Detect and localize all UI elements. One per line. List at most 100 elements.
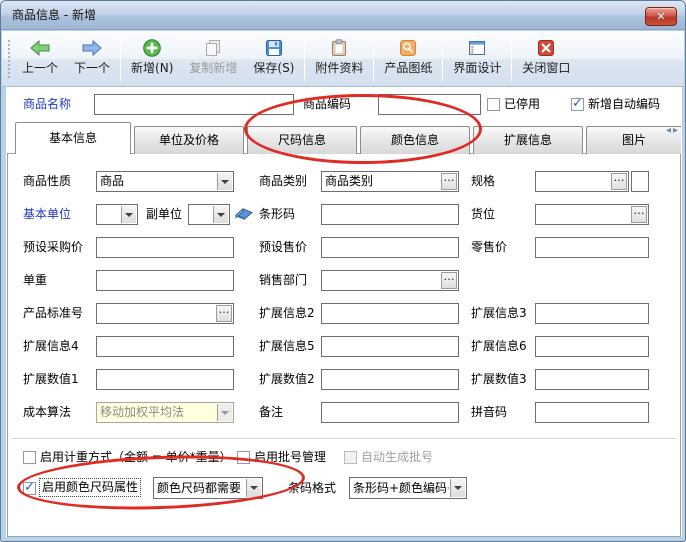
close-window-button[interactable]: 关闭窗口 <box>514 35 578 83</box>
spec-extra-box[interactable] <box>631 171 649 192</box>
retail-price-input[interactable] <box>535 237 649 258</box>
stopped-checkbox-label: 已停用 <box>504 94 540 115</box>
barcode-label: 条形码 <box>259 204 295 225</box>
product-name-input[interactable] <box>94 94 294 115</box>
standard-no-input[interactable] <box>96 303 234 324</box>
ext-num1-input[interactable] <box>96 369 234 390</box>
ext-info3-label: 扩展信息3 <box>471 303 527 324</box>
add-plus-icon <box>142 37 162 59</box>
toolbar-separator <box>120 37 121 81</box>
attachment-button-label: 附件资料 <box>315 59 363 77</box>
attachment-button[interactable]: 附件资料 <box>307 35 371 83</box>
standard-no-label: 产品标准号 <box>23 303 83 324</box>
save-floppy-icon <box>264 37 284 59</box>
next-button[interactable]: 下一个 <box>66 35 118 83</box>
tab-unit-price[interactable]: 单位及价格 <box>134 126 244 154</box>
color-size-select-value: 颜色尺码都需要 <box>157 478 245 498</box>
tab-scroll-right-icon[interactable]: ▸ <box>672 125 679 136</box>
spec-browse-button[interactable] <box>611 173 627 190</box>
unit-weight-label: 单重 <box>23 270 47 291</box>
close-red-icon <box>536 37 556 59</box>
category-browse-button[interactable] <box>441 173 457 190</box>
copy-add-button-label: 复制新增 <box>189 59 237 77</box>
color-size-checkbox[interactable] <box>23 482 36 495</box>
chevron-down-icon[interactable] <box>121 206 136 223</box>
next-button-label: 下一个 <box>74 59 110 77</box>
product-code-label: 商品编码 <box>303 94 351 115</box>
barcode-input[interactable] <box>321 204 459 225</box>
section-divider <box>11 438 677 439</box>
pinyin-input[interactable] <box>535 402 649 423</box>
toolbar-separator <box>373 37 374 81</box>
purchase-price-input[interactable] <box>96 237 234 258</box>
tab-scroll-left-icon[interactable]: ◂ <box>665 125 672 136</box>
color-size-select[interactable]: 颜色尺码都需要 <box>153 477 263 499</box>
save-button-label: 保存(S) <box>253 59 294 77</box>
tab-extended-info[interactable]: 扩展信息 <box>473 126 583 154</box>
base-unit-label: 基本单位 <box>23 204 71 225</box>
ext-info2-label: 扩展信息2 <box>259 303 315 324</box>
tab-size-info[interactable]: 尺码信息 <box>247 126 357 154</box>
auto-code-checkbox[interactable] <box>571 98 584 111</box>
location-browse-button[interactable] <box>631 206 647 223</box>
ext-info2-input[interactable] <box>321 303 459 324</box>
save-button[interactable]: 保存(S) <box>245 35 302 83</box>
chevron-down-icon[interactable] <box>246 479 261 497</box>
color-size-label[interactable]: 启用颜色尺码属性 <box>39 478 141 497</box>
location-input-field[interactable] <box>536 205 631 224</box>
ext-info5-input[interactable] <box>321 336 459 357</box>
standard-no-input-field[interactable] <box>97 304 216 323</box>
ext-num3-label: 扩展数值3 <box>471 369 527 390</box>
chevron-down-icon[interactable] <box>213 206 228 223</box>
sub-unit-label: 副单位 <box>146 204 182 225</box>
barcode-format-select[interactable]: 条形码+颜色编码+尺码编码 <box>349 477 467 499</box>
category-input[interactable]: 商品类别 <box>321 171 459 192</box>
sale-price-input[interactable] <box>321 237 459 258</box>
product-drawing-button[interactable]: 产品图纸 <box>376 35 440 83</box>
sales-dept-input[interactable] <box>321 270 459 291</box>
toolbar-grip[interactable] <box>6 38 11 80</box>
sub-unit-select[interactable] <box>188 204 230 225</box>
chevron-down-icon[interactable] <box>450 479 465 497</box>
spec-input[interactable] <box>535 171 629 192</box>
remark-label: 备注 <box>259 402 283 423</box>
ui-design-button[interactable]: 界面设计 <box>445 35 509 83</box>
location-input[interactable] <box>535 204 649 225</box>
ext-num2-input[interactable] <box>321 369 459 390</box>
stopped-checkbox[interactable] <box>487 98 500 111</box>
ext-info4-label: 扩展信息4 <box>23 336 79 357</box>
product-code-input[interactable] <box>378 94 481 115</box>
ext-info3-input[interactable] <box>535 303 649 324</box>
copy-icon <box>203 37 223 59</box>
base-unit-select[interactable] <box>96 204 138 225</box>
retail-price-label: 零售价 <box>471 237 507 258</box>
tab-basic-info[interactable]: 基本信息 <box>15 122 131 154</box>
batch-checkbox[interactable] <box>237 451 250 464</box>
ext-info4-input[interactable] <box>96 336 234 357</box>
titlebar-close-button[interactable]: ✕ <box>645 7 677 26</box>
product-info-window: 商品信息 - 新增 ✕ 上一个 下一个 新增(N) <box>0 0 686 542</box>
product-drawing-button-label: 产品图纸 <box>384 59 432 77</box>
add-button[interactable]: 新增(N) <box>123 35 181 83</box>
clipboard-icon <box>329 37 349 59</box>
ext-num3-input[interactable] <box>535 369 649 390</box>
ext-info6-input[interactable] <box>535 336 649 357</box>
unit-weight-input[interactable] <box>96 270 234 291</box>
toolbar-separator <box>304 37 305 81</box>
chevron-down-icon[interactable] <box>217 173 232 190</box>
batch-label: 启用批号管理 <box>254 447 326 468</box>
arrow-right-icon <box>81 37 103 59</box>
standard-no-browse-button[interactable] <box>216 305 232 322</box>
cost-method-value: 移动加权平均法 <box>100 403 216 422</box>
sales-dept-browse-button[interactable] <box>441 272 457 289</box>
prev-button[interactable]: 上一个 <box>14 35 66 83</box>
remark-input[interactable] <box>321 402 459 423</box>
spec-label: 规格 <box>471 171 495 192</box>
spec-input-field[interactable] <box>536 172 611 191</box>
window-title: 商品信息 - 新增 <box>12 1 96 30</box>
tab-color-info[interactable]: 颜色信息 <box>360 126 470 154</box>
nature-select-value: 商品 <box>100 172 216 191</box>
nature-select[interactable]: 商品 <box>96 171 234 192</box>
sales-dept-input-field[interactable] <box>322 271 441 290</box>
weight-mode-checkbox[interactable] <box>23 451 36 464</box>
